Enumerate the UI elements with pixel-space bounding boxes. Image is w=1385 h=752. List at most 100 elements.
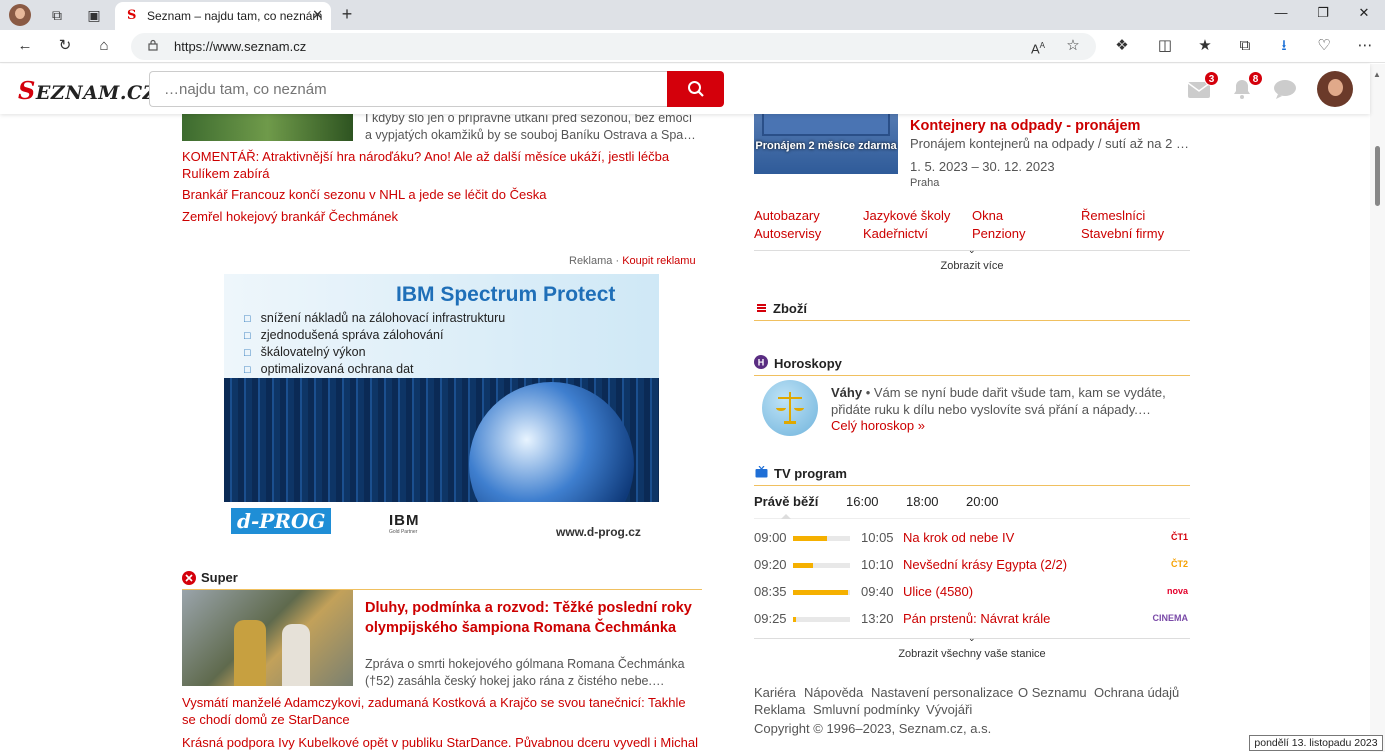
program-title-link[interactable]: Ulice (4580)	[903, 584, 973, 599]
horoskop-body: • Vám se nyní bude dařit všude tam, kam …	[831, 385, 1166, 417]
favorite-star-icon[interactable]: ☆	[1063, 37, 1083, 55]
category-okna[interactable]: Okna	[972, 208, 1003, 223]
back-icon[interactable]: ←	[15, 37, 35, 55]
split-screen-icon[interactable]: ◫	[1155, 37, 1175, 55]
logo-text: EZNAM.CZ	[35, 82, 157, 104]
footer-link-kariera[interactable]: Kariéra	[754, 685, 796, 700]
super-article-title[interactable]: Dluhy, podmínka a rozvod: Těžké poslední…	[365, 598, 700, 638]
tv-tab-now[interactable]: Právě běží	[754, 494, 818, 509]
workspaces-icon[interactable]: ⧉	[47, 5, 67, 25]
home-icon[interactable]: ⌂	[94, 37, 114, 55]
active-tab-pointer	[781, 514, 791, 519]
lock-icon	[148, 39, 158, 51]
channel-logo[interactable]: ČT1	[1171, 532, 1188, 542]
zbozi-section-title[interactable]: Zboží	[773, 301, 807, 316]
search-input[interactable]	[149, 71, 668, 107]
collections-icon[interactable]: ⧉	[1235, 37, 1255, 55]
footer-link-ochrana-udaju[interactable]: Ochrana údajů	[1094, 685, 1179, 700]
football-article-perex[interactable]: I kdyby šlo jen o přípravné utkání před …	[365, 110, 705, 144]
active-tab[interactable]: S Seznam – najdu tam, co neznám ✕	[115, 2, 331, 30]
seznam-logo[interactable]: SEZNAM.CZ	[18, 76, 157, 105]
footer-link-o-seznamu[interactable]: O Seznamu	[1018, 685, 1087, 700]
scrollbar-thumb[interactable]	[1375, 146, 1380, 206]
sport-link-francouz[interactable]: Brankář Francouz končí sezonu v NHL a je…	[182, 186, 682, 203]
tv-program-row[interactable]: 08:35 09:40 Ulice (4580) nova	[754, 584, 1190, 604]
program-progress-fill	[793, 536, 827, 541]
super-section-title[interactable]: Super	[201, 570, 238, 585]
show-all-stations-link[interactable]: Zobrazit všechny vaše stanice	[880, 648, 1064, 660]
category-kadernictvi[interactable]: Kadeřnictví	[863, 226, 928, 241]
read-aloud-sup: A	[1039, 41, 1045, 50]
window-close-icon[interactable]: ✕	[1354, 5, 1374, 21]
horoskopy-section-title[interactable]: Horoskopy	[774, 356, 842, 371]
search-button[interactable]	[667, 71, 724, 107]
program-title-link[interactable]: Pán prstenů: Návrat krále	[903, 611, 1050, 626]
category-jazykove-skoly[interactable]: Jazykové školy	[863, 208, 950, 223]
tv-tab-1600[interactable]: 16:00	[846, 494, 879, 509]
sport-link-komentar[interactable]: KOMENTÁŘ: Atraktivnější hra nároďáku? An…	[182, 148, 682, 182]
program-start-time: 09:00	[754, 530, 787, 545]
vertical-tabs-icon[interactable]: ▣	[84, 5, 104, 25]
browser-profile-avatar[interactable]	[9, 4, 31, 26]
browser-address-bar: ← ↻ ⌂ https://www.seznam.cz AA ☆ ❖ ◫ ★ ⧉…	[0, 30, 1385, 63]
kontejnery-image[interactable]: Pronájem 2 měsíce zdarma	[754, 104, 898, 174]
channel-logo[interactable]: ČT2	[1171, 559, 1188, 569]
notification-badge: 8	[1248, 71, 1263, 86]
program-progress-bar	[793, 563, 850, 568]
tv-program-row[interactable]: 09:00 10:05 Na krok od nebe IV ČT1	[754, 530, 1190, 550]
minimize-icon[interactable]: —	[1271, 5, 1291, 20]
category-remeslnici[interactable]: Řemeslníci	[1081, 208, 1145, 223]
channel-logo[interactable]: nova	[1167, 586, 1188, 596]
category-penziony[interactable]: Penziony	[972, 226, 1025, 241]
footer-link-napoveda[interactable]: Nápověda	[804, 685, 863, 700]
chat-button[interactable]	[1273, 78, 1297, 100]
program-progress-bar	[793, 590, 850, 595]
page-scrollbar[interactable]: ▲	[1370, 64, 1385, 752]
full-horoskop-link[interactable]: Celý horoskop »	[831, 418, 925, 433]
show-more-link[interactable]: Zobrazit více	[900, 260, 1044, 272]
ibm-banner-ad[interactable]: IBM Spectrum Protect snížení nákladů na …	[224, 274, 659, 544]
tab-close-icon[interactable]: ✕	[312, 7, 323, 23]
buy-ad-link[interactable]: Koupit reklamu	[622, 255, 695, 267]
tv-section-title[interactable]: TV program	[774, 466, 847, 481]
category-autoservisy[interactable]: Autoservisy	[754, 226, 821, 241]
favorites-icon[interactable]: ★	[1195, 37, 1215, 55]
tv-tab-1800[interactable]: 18:00	[906, 494, 939, 509]
chevron-down-icon[interactable]: ⌄	[968, 245, 976, 256]
chevron-down-icon[interactable]: ⌄	[968, 633, 976, 644]
extensions-icon[interactable]: ❖	[1112, 37, 1132, 55]
refresh-icon[interactable]: ↻	[55, 37, 75, 55]
email-button[interactable]: 3	[1187, 71, 1219, 100]
tv-program-row[interactable]: 09:25 13:20 Pán prstenů: Návrat krále CINEM…	[754, 611, 1190, 631]
performance-icon[interactable]: ♡	[1314, 37, 1334, 55]
channel-logo[interactable]: CINEMA	[1153, 613, 1189, 623]
settings-more-icon[interactable]: ⋯	[1355, 37, 1375, 55]
super-article-perex[interactable]: Zpráva o smrti hokejového gólmana Romana…	[365, 656, 700, 690]
sport-link-cechmanek[interactable]: Zemřel hokejový brankář Čechmánek	[182, 208, 682, 225]
footer-link-vyvojari[interactable]: Vývojáři	[926, 702, 972, 717]
stardance-link-1[interactable]: Vysmátí manželé Adamczykovi, zadumaná Ko…	[182, 694, 702, 728]
tv-tab-2000[interactable]: 20:00	[966, 494, 999, 509]
super-article-image[interactable]	[182, 590, 353, 686]
downloads-icon[interactable]: ⭳	[1274, 37, 1294, 55]
footer-link-reklama[interactable]: Reklama	[754, 702, 805, 717]
super-section-icon	[182, 571, 196, 585]
restore-icon[interactable]: ❐	[1313, 5, 1333, 21]
program-title-link[interactable]: Nevšední krásy Egypta (2/2)	[903, 557, 1067, 572]
kontejnery-title[interactable]: Kontejnery na odpady - pronájem	[910, 118, 1140, 134]
stardance-link-2[interactable]: Krásná podpora Ivy Kubelkové opět v publ…	[182, 734, 702, 751]
footer-link-smluvni-podminky[interactable]: Smluvní podmínky	[813, 702, 920, 717]
browser-tab-bar: ⧉ ▣ S Seznam – najdu tam, co neznám ✕ + …	[0, 0, 1385, 30]
user-avatar[interactable]	[1317, 71, 1353, 107]
notifications-button[interactable]: 8	[1231, 71, 1263, 100]
read-aloud-icon[interactable]: AA	[1028, 37, 1048, 58]
ibm-ad-bottom: d-PROG IBM Gold Partner www.d-prog.cz	[224, 502, 659, 544]
category-stavebni-firmy[interactable]: Stavební firmy	[1081, 226, 1164, 241]
new-tab-icon[interactable]: +	[337, 4, 357, 24]
footer-link-personalizace[interactable]: Nastavení personalizace	[871, 685, 1013, 700]
category-autobazary[interactable]: Autobazary	[754, 208, 820, 223]
tv-program-row[interactable]: 09:20 10:10 Nevšední krásy Egypta (2/2) ČT2	[754, 557, 1190, 577]
program-title-link[interactable]: Na krok od nebe IV	[903, 530, 1014, 545]
url-field[interactable]: https://www.seznam.cz	[131, 33, 1096, 60]
scroll-up-icon[interactable]: ▲	[1373, 70, 1381, 79]
